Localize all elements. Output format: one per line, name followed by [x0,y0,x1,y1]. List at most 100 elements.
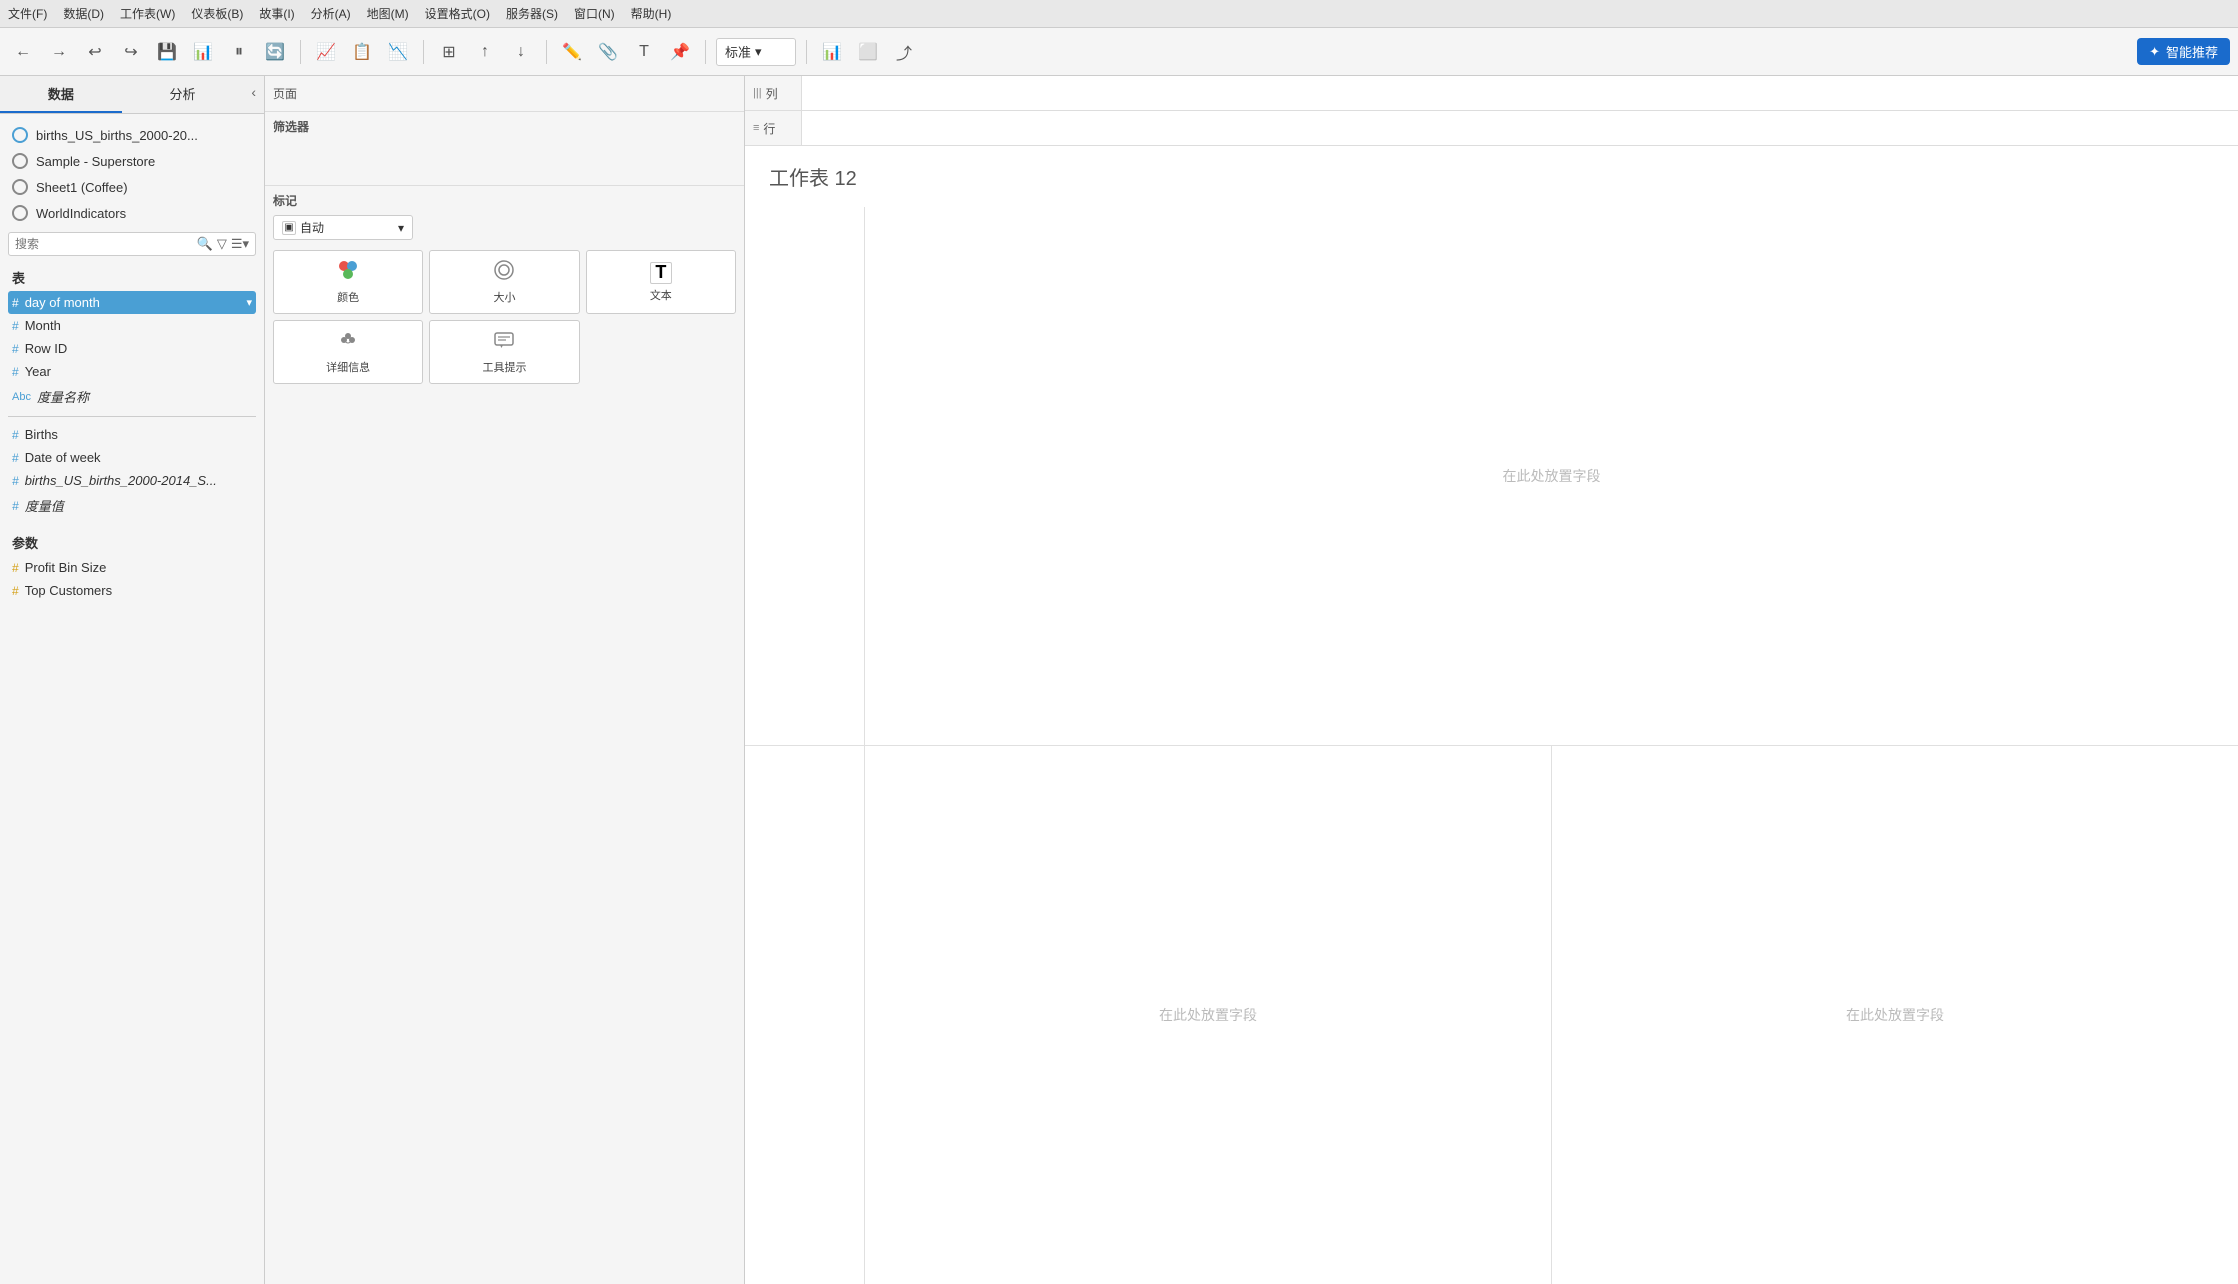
canvas-body: 工作表 12 在此处放置字段 在此处放置字段 [745,146,2238,1284]
marks-color-button[interactable]: 颜色 [273,250,423,314]
sort-desc-button[interactable]: ↓ [506,37,536,67]
marks-tooltip-button[interactable]: 工具提示 [429,320,579,384]
save-button[interactable]: 💾 [152,37,182,67]
menu-story[interactable]: 故事(I) [259,5,294,22]
forward-button[interactable]: → [44,37,74,67]
menu-file[interactable]: 文件(F) [8,5,47,22]
view-toggle-button[interactable]: ☰▾ [231,236,249,252]
right-panel: ||| 列 ≡ 行 工作表 12 [745,76,2238,1284]
chevron-down-icon: ▾ [755,44,762,60]
datasource-item-superstore[interactable]: Sample - Superstore [8,148,256,174]
sep4 [705,40,706,64]
pause-button[interactable]: ⏸ [224,37,254,67]
marks-detail-button[interactable]: 详细信息 [273,320,423,384]
datasource-item-coffee[interactable]: Sheet1 (Coffee) [8,174,256,200]
menu-data[interactable]: 数据(D) [63,5,104,22]
field-top-customers[interactable]: # Top Customers [8,579,256,602]
canvas-top-area[interactable]: 在此处放置字段 [865,207,2238,746]
field-month[interactable]: # Month [8,314,256,337]
field-births[interactable]: # Births [8,423,256,446]
menu-server[interactable]: 服务器(S) [506,5,558,22]
sort-asc-button[interactable]: ↑ [470,37,500,67]
filters-content[interactable] [273,139,736,179]
field-measure-names[interactable]: Abc 度量名称 [8,383,256,410]
canvas-left-column [745,207,865,1284]
canvas-bottom-right[interactable]: 在此处放置字段 [1552,746,2238,1284]
standard-dropdown[interactable]: 标准 ▾ [716,38,796,66]
text-button[interactable]: T [629,37,659,67]
share-button[interactable]: ⤴ [889,37,919,67]
refresh-button[interactable]: 🔄 [260,37,290,67]
collapse-button[interactable]: ‹ [243,76,264,113]
menu-dashboard[interactable]: 仪表板(B) [191,5,243,22]
show-me-button[interactable]: 📋 [347,37,377,67]
line-chart-button[interactable]: 📉 [383,37,413,67]
field-births-us[interactable]: # births_US_births_2000-2014_S... [8,469,256,492]
canvas-left-top[interactable] [745,207,864,746]
search-button[interactable]: 🔍 [197,236,213,252]
redo-button[interactable]: ↪ [116,37,146,67]
canvas-bottom-left[interactable]: 在此处放置字段 [865,746,1552,1284]
undo-button[interactable]: ↩ [80,37,110,67]
field-day-of-month[interactable]: # day of month ▾ [8,291,256,314]
marks-text-button[interactable]: T 文本 [586,250,736,314]
standard-label: 标准 [725,42,751,61]
datasource-item-births[interactable]: births_US_births_2000-20... [8,122,256,148]
section-params-header: 参数 [8,527,256,556]
shelf-pages-content[interactable] [345,77,744,111]
back-button[interactable]: ← [8,37,38,67]
marks-size-button[interactable]: 大小 [429,250,579,314]
menu-window[interactable]: 窗口(N) [574,5,615,22]
field-name-row-id: Row ID [25,341,68,356]
menu-format[interactable]: 设置格式(O) [425,5,490,22]
field-year[interactable]: # Year [8,360,256,383]
menu-map[interactable]: 地图(M) [367,5,409,22]
search-input[interactable] [15,237,193,251]
hash-icon-mv: # [12,499,19,513]
marks-section: 标记 ▣ 自动 ▾ 颜色 [265,186,744,1284]
color-dots-icon [337,259,359,286]
menu-analysis[interactable]: 分析(A) [311,5,351,22]
hash-icon-rowid: # [12,342,19,356]
tab-analysis[interactable]: 分析 [122,76,244,113]
menu-worksheet[interactable]: 工作表(W) [120,5,175,22]
section-tables-header: 表 [8,262,256,291]
columns-icon: ||| [753,87,762,99]
detail-icon [337,329,359,356]
columns-shelf: ||| 列 [745,76,2238,111]
divider-1 [8,416,256,417]
left-panel: 数据 分析 ‹ births_US_births_2000-20... Samp… [0,76,265,1284]
new-datasource-button[interactable]: 📊 [188,37,218,67]
field-measure-values[interactable]: # 度量值 [8,492,256,519]
group-button[interactable]: ⊞ [434,37,464,67]
canvas-left-bottom[interactable] [745,746,864,1284]
rows-content[interactable] [801,111,2238,145]
tab-data[interactable]: 数据 [0,76,122,113]
detail-label: 详细信息 [326,359,370,375]
columns-content[interactable] [801,76,2238,110]
field-name-measure-values: 度量值 [25,496,64,515]
chart-button[interactable]: 📈 [311,37,341,67]
text-label: 文本 [650,287,672,303]
marks-header: 标记 [273,192,736,209]
menu-help[interactable]: 帮助(H) [631,5,672,22]
datasource-name-births: births_US_births_2000-20... [36,128,198,143]
sep3 [546,40,547,64]
bar-chart-button[interactable]: 📊 [817,37,847,67]
smart-recommend-button[interactable]: ✦ 智能推荐 [2137,38,2230,65]
layout-button[interactable]: ⬜ [853,37,883,67]
field-name-day: day of month [25,295,100,310]
pin-button[interactable]: 📌 [665,37,695,67]
field-profit-bin[interactable]: # Profit Bin Size [8,556,256,579]
filter-button[interactable]: ▽ [217,236,227,252]
hash-icon-profit: # [12,561,19,575]
annotate-button[interactable]: 📎 [593,37,623,67]
field-row-id[interactable]: # Row ID [8,337,256,360]
marks-type-dropdown[interactable]: ▣ 自动 ▾ [273,215,413,240]
main-layout: 数据 分析 ‹ births_US_births_2000-20... Samp… [0,76,2238,1284]
datasource-item-world[interactable]: WorldIndicators [8,200,256,226]
field-name-year: Year [25,364,51,379]
highlight-button[interactable]: ✏️ [557,37,587,67]
hash-icon-day: # [12,296,19,310]
field-date-of-week[interactable]: # Date of week [8,446,256,469]
